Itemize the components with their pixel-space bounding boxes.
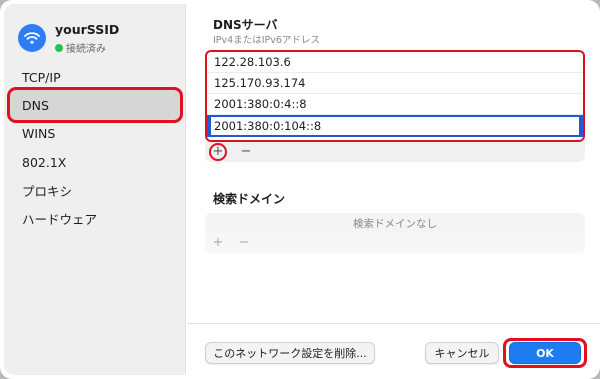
sidebar-item-proxy[interactable]: プロキシ bbox=[10, 175, 180, 205]
sidebar-item-hardware[interactable]: ハードウェア bbox=[10, 203, 180, 233]
sidebar: yourSSID 接続済み TCP/IP DNS WINS 802.1X プロキ… bbox=[4, 4, 186, 375]
search-domain-empty-text: 検索ドメインなし bbox=[353, 217, 437, 230]
sidebar-item-tcpip[interactable]: TCP/IP bbox=[10, 62, 180, 92]
sidebar-item-8021x[interactable]: 802.1X bbox=[10, 147, 180, 177]
dns-control-bar: + − bbox=[205, 142, 585, 162]
dns-server-row-editing[interactable] bbox=[207, 115, 583, 137]
add-search-domain-button[interactable]: + bbox=[211, 236, 225, 250]
main-panel: DNSサーバ IPv4またはIPv6アドレス 122.28.103.6 125.… bbox=[187, 0, 600, 379]
dns-server-input[interactable] bbox=[211, 117, 579, 135]
plus-icon: + bbox=[212, 144, 224, 159]
network-status-label: 接続済み bbox=[66, 44, 106, 55]
sidebar-item-dns[interactable]: DNS bbox=[10, 90, 180, 120]
delete-network-button[interactable]: このネットワーク設定を削除... bbox=[205, 342, 375, 364]
network-settings-window: yourSSID 接続済み TCP/IP DNS WINS 802.1X プロキ… bbox=[0, 0, 600, 379]
cancel-button[interactable]: キャンセル bbox=[425, 342, 499, 364]
sidebar-item-wins[interactable]: WINS bbox=[10, 118, 180, 148]
ok-button[interactable]: OK bbox=[509, 342, 581, 364]
network-name: yourSSID bbox=[55, 22, 120, 37]
search-domain-list: 検索ドメインなし bbox=[205, 213, 585, 233]
search-domain-title: 検索ドメイン bbox=[213, 192, 286, 206]
dns-server-row[interactable]: 125.170.93.174 bbox=[207, 73, 583, 94]
wifi-icon bbox=[18, 24, 46, 52]
dns-section-subtitle: IPv4またはIPv6アドレス bbox=[213, 35, 320, 46]
network-status: 接続済み bbox=[55, 40, 106, 55]
dns-section-title: DNSサーバ bbox=[213, 18, 278, 32]
add-dns-button[interactable]: + bbox=[209, 143, 227, 161]
dns-server-list: 122.28.103.6 125.170.93.174 2001:380:0:4… bbox=[205, 50, 585, 142]
connected-dot-icon bbox=[55, 43, 63, 52]
dns-server-row[interactable]: 122.28.103.6 bbox=[207, 52, 583, 73]
dns-server-row[interactable]: 2001:380:0:4::8 bbox=[207, 94, 583, 115]
remove-dns-button[interactable]: − bbox=[239, 145, 253, 159]
remove-search-domain-button[interactable]: − bbox=[237, 236, 251, 250]
search-domain-control-bar: + − bbox=[205, 233, 585, 253]
footer-divider bbox=[187, 323, 600, 324]
